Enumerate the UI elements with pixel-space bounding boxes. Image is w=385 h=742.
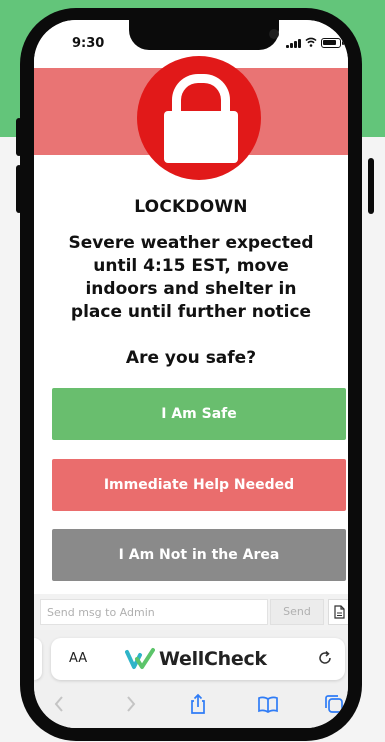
text-size-button[interactable]: AA bbox=[69, 651, 87, 666]
previous-tab-edge[interactable] bbox=[34, 638, 42, 680]
site-brand: WellCheck bbox=[125, 647, 267, 671]
lock-icon bbox=[137, 56, 261, 180]
tabs-icon[interactable] bbox=[322, 692, 346, 716]
attach-file-icon bbox=[334, 605, 345, 619]
battery-icon bbox=[321, 38, 344, 48]
status-time: 9:30 bbox=[72, 36, 105, 51]
send-button[interactable]: Send bbox=[270, 599, 324, 625]
reload-icon[interactable] bbox=[317, 650, 333, 666]
signal-icon bbox=[286, 39, 301, 48]
forward-icon[interactable] bbox=[118, 692, 142, 716]
message-bar: Send msg to Admin Send bbox=[34, 594, 348, 630]
notch bbox=[129, 20, 279, 50]
front-camera bbox=[269, 29, 279, 39]
wifi-icon bbox=[305, 37, 317, 47]
address-bar[interactable]: AA WellCheck bbox=[51, 638, 345, 680]
alert-title: LOCKDOWN bbox=[134, 197, 248, 217]
wellcheck-logo-icon bbox=[125, 648, 155, 669]
site-name: WellCheck bbox=[159, 648, 267, 670]
attach-file-button[interactable] bbox=[328, 599, 348, 625]
alert-message: Severe weather expected until 4:15 EST, … bbox=[68, 233, 314, 322]
i-am-safe-button[interactable]: I Am Safe bbox=[52, 388, 346, 440]
status-icons bbox=[286, 36, 344, 48]
not-in-area-button[interactable]: I Am Not in the Area bbox=[52, 529, 346, 581]
immediate-help-button[interactable]: Immediate Help Needed bbox=[52, 459, 346, 511]
admin-message-input[interactable]: Send msg to Admin bbox=[40, 599, 268, 625]
browser-toolbar bbox=[34, 688, 348, 722]
phone-power-button bbox=[368, 158, 374, 214]
phone-frame: 9:30 LOCKDOWN Severe weather expected un… bbox=[20, 8, 362, 741]
back-icon[interactable] bbox=[48, 692, 72, 716]
text-size-label: AA bbox=[69, 651, 88, 666]
bookmarks-icon[interactable] bbox=[256, 692, 280, 716]
share-icon[interactable] bbox=[186, 692, 210, 716]
safety-question: Are you safe? bbox=[125, 348, 257, 368]
phone-screen: 9:30 LOCKDOWN Severe weather expected un… bbox=[34, 20, 348, 728]
browser-chrome: AA WellCheck bbox=[34, 630, 348, 728]
